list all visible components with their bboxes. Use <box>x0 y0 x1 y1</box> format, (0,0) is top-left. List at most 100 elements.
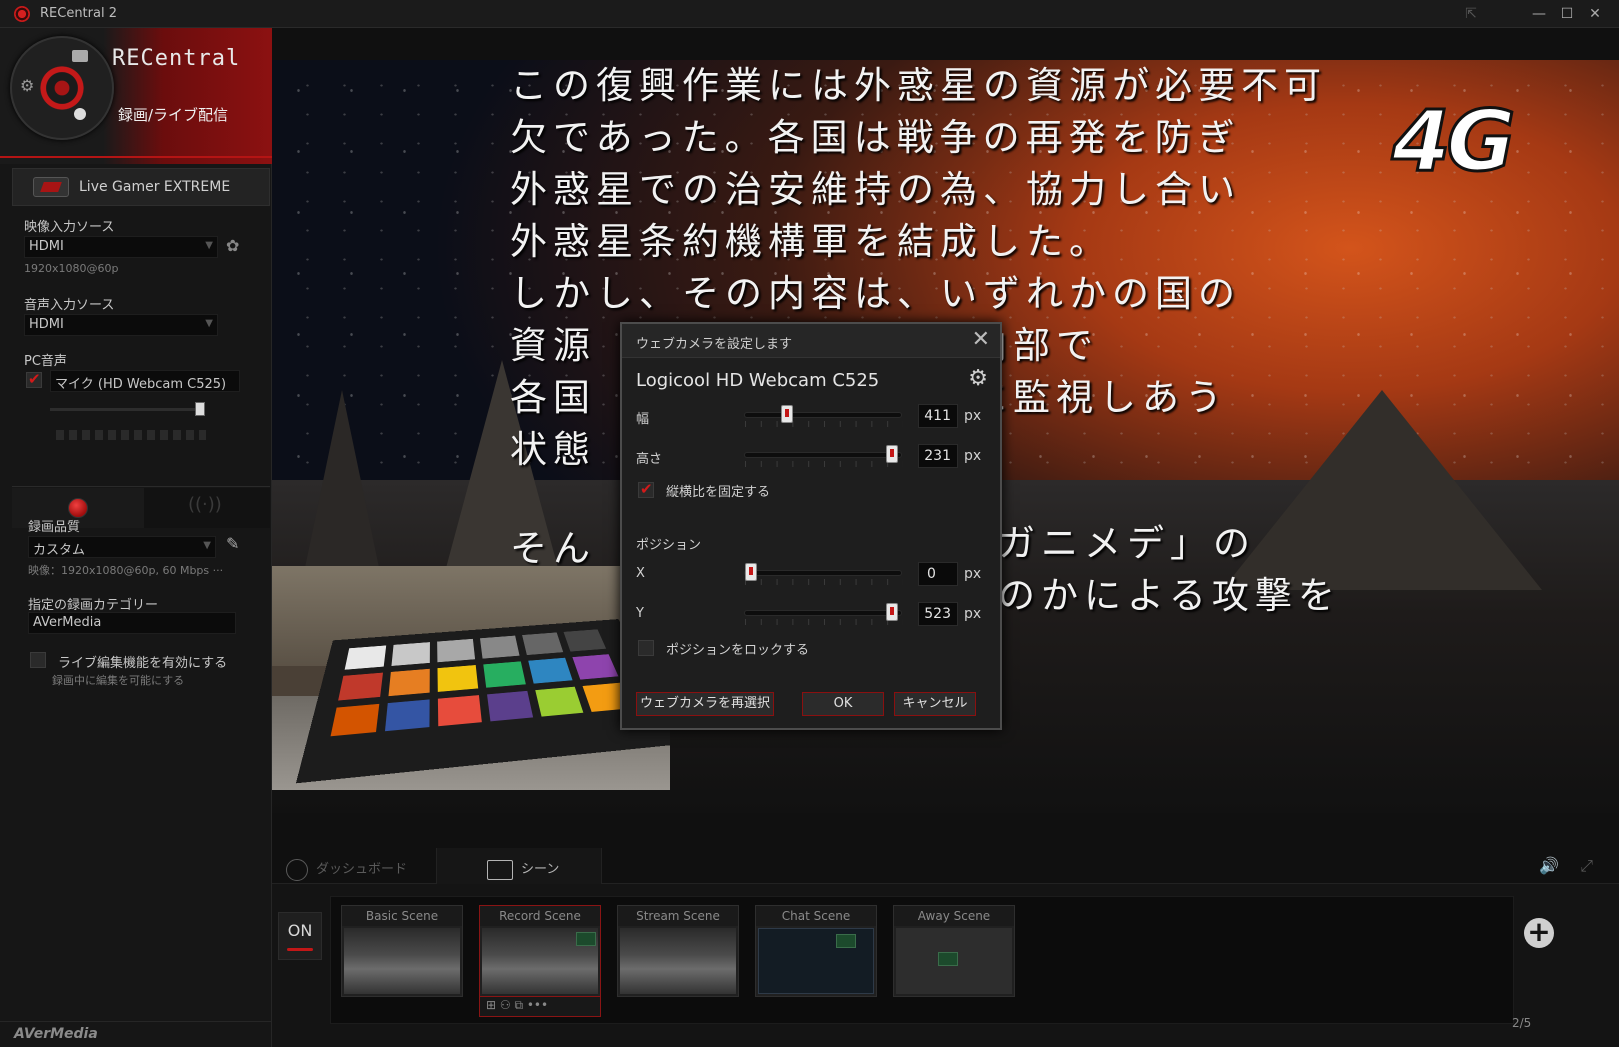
app-logo-icon <box>14 6 30 22</box>
slider-ticks <box>745 579 903 585</box>
gear-icon[interactable]: ⚙ <box>968 366 988 391</box>
pin-icon[interactable]: ⇱ <box>1460 3 1482 25</box>
width-slider[interactable] <box>744 405 903 427</box>
capture-device-icon <box>33 177 69 197</box>
mic-volume-knob[interactable] <box>195 402 205 416</box>
dialog-title: ウェブカメラを設定します <box>636 337 793 352</box>
edit-pencil-icon[interactable]: ✎ <box>226 534 239 553</box>
story-line: しかし、その内容は、いずれかの国の <box>510 272 1241 315</box>
scene-card-chat[interactable]: Chat Scene <box>755 905 877 997</box>
folder-icon[interactable] <box>72 50 88 62</box>
rec-folder-field[interactable]: AVerMedia <box>28 612 236 634</box>
rec-quality-select[interactable]: カスタム ▼ <box>28 536 216 558</box>
width-slider-knob[interactable] <box>781 405 793 423</box>
audio-source-select[interactable]: HDMI ▼ <box>24 314 218 336</box>
audio-level-meter <box>56 430 206 440</box>
dialog-title-bar: ウェブカメラを設定します ✕ <box>622 324 1000 358</box>
mic-volume-slider[interactable] <box>50 408 200 411</box>
webcam-settings-dialog: ウェブカメラを設定します ✕ Logicool HD Webcam C525 ⚙… <box>620 322 1002 730</box>
height-unit: px <box>964 448 982 464</box>
story-line: のかによる攻撃を <box>998 574 1341 617</box>
width-input[interactable]: 411 <box>918 404 958 428</box>
palette-icon[interactable]: ✿ <box>226 236 239 255</box>
webcam-overlay[interactable] <box>272 566 670 790</box>
gear-icon[interactable]: ⚙ <box>20 76 34 95</box>
minimize-button[interactable]: — <box>1528 3 1550 25</box>
cancel-button[interactable]: キャンセル <box>894 692 976 716</box>
scene-card-basic[interactable]: Basic Scene <box>341 905 463 997</box>
scene-on-toggle[interactable]: ON <box>278 912 322 960</box>
add-scene-button[interactable]: + <box>1524 918 1554 948</box>
lock-position-checkbox[interactable] <box>638 640 654 656</box>
mic-select[interactable]: マイク (HD Webcam C525) <box>50 370 240 392</box>
image-icon <box>938 952 958 966</box>
x-slider[interactable] <box>744 563 903 585</box>
lock-position-label: ポジションをロックする <box>666 643 810 658</box>
ok-button[interactable]: OK <box>802 692 884 716</box>
height-label: 高さ <box>636 452 663 467</box>
sidebar-footer: AVerMedia <box>0 1021 272 1047</box>
volume-icon[interactable]: 🔊 <box>1539 856 1559 875</box>
keep-ratio-checkbox[interactable] <box>638 480 654 498</box>
divider <box>12 486 270 487</box>
chevron-down-icon: ▼ <box>205 318 213 329</box>
live-edit-checkbox[interactable] <box>30 652 46 668</box>
tab-dashboard[interactable]: ダッシュボード <box>286 848 436 884</box>
video-source-label: 映像入力ソース <box>24 220 115 235</box>
on-indicator <box>287 948 313 951</box>
keep-ratio-label: 縦横比を固定する <box>666 485 771 500</box>
dashboard-icon <box>286 858 308 881</box>
width-unit: px <box>964 408 982 424</box>
on-label: ON <box>287 921 313 940</box>
story-line: 外惑星での治安維持の為、協力し合い <box>510 168 1241 211</box>
x-input[interactable]: 0 <box>918 562 958 586</box>
window-title: RECentral 2 <box>40 6 117 21</box>
height-slider-knob[interactable] <box>886 445 898 463</box>
scene-thumbnail <box>620 928 736 994</box>
mic-checkbox[interactable] <box>26 370 42 388</box>
image-icon <box>576 932 596 946</box>
video-source-value: HDMI <box>29 239 64 254</box>
tab-dashboard-label: ダッシュボード <box>316 862 408 877</box>
y-input[interactable]: 523 <box>918 602 958 626</box>
story-line: 内部で <box>970 324 1099 367</box>
y-slider-knob[interactable] <box>886 603 898 621</box>
scene-card-away[interactable]: Away Scene <box>893 905 1015 997</box>
scene-icon <box>487 859 513 880</box>
scene-toolbar[interactable]: ⊞ ⚇ ⧉ ••• <box>479 997 601 1017</box>
audio-source-label: 音声入力ソース <box>24 298 115 313</box>
y-slider[interactable] <box>744 603 903 625</box>
video-resolution: 1920x1080@60p <box>24 262 119 275</box>
record-dot-icon[interactable] <box>74 108 86 120</box>
logo-area: ⚙ RECentral 録画/ライブ配信 <box>0 28 272 164</box>
height-input[interactable]: 231 <box>918 444 958 468</box>
scene-thumbnail <box>758 928 874 994</box>
reselect-webcam-button[interactable]: ウェブカメラを再選択 <box>636 692 774 716</box>
scene-card-record[interactable]: Record Scene <box>479 905 601 997</box>
maximize-button[interactable]: ☐ <box>1556 3 1578 25</box>
story-line: この復興作業には外惑星の資源が必要不可 <box>510 64 1327 107</box>
scene-title: Record Scene <box>480 906 600 926</box>
audio-source-value: HDMI <box>29 317 64 332</box>
tab-scene[interactable]: シーン <box>436 848 602 884</box>
height-slider[interactable] <box>744 445 903 467</box>
live-edit-sub: 録画中に編集を可能にする <box>52 674 185 687</box>
bottom-tabbar: ダッシュボード シーン 🔊 ⤢ <box>272 848 1619 884</box>
device-selector[interactable]: Live Gamer EXTREME <box>12 168 270 206</box>
mic-value: マイク (HD Webcam C525) <box>55 377 227 392</box>
video-source-select[interactable]: HDMI ▼ <box>24 236 218 258</box>
scene-card-stream[interactable]: Stream Scene <box>617 905 739 997</box>
4g-badge: 4G <box>1390 91 1516 192</box>
tab-scene-label: シーン <box>521 862 560 877</box>
close-icon[interactable]: ✕ <box>972 327 990 352</box>
chevron-down-icon: ▼ <box>205 240 213 251</box>
fullscreen-icon[interactable]: ⤢ <box>1580 856 1593 876</box>
title-bar: RECentral 2 ⇱ — ☐ ✕ <box>0 0 1619 28</box>
story-line: そん <box>510 527 596 570</box>
scene-title: Basic Scene <box>342 906 462 926</box>
close-button[interactable]: ✕ <box>1584 3 1606 25</box>
x-slider-knob[interactable] <box>745 563 757 581</box>
rec-quality-detail: 映像：1920x1080@60p, 60 Mbps ··· <box>28 564 224 577</box>
position-label: ポジション <box>636 538 702 553</box>
scene-list: Basic Scene Record Scene ⊞ ⚇ ⧉ ••• Strea… <box>330 896 1514 1024</box>
